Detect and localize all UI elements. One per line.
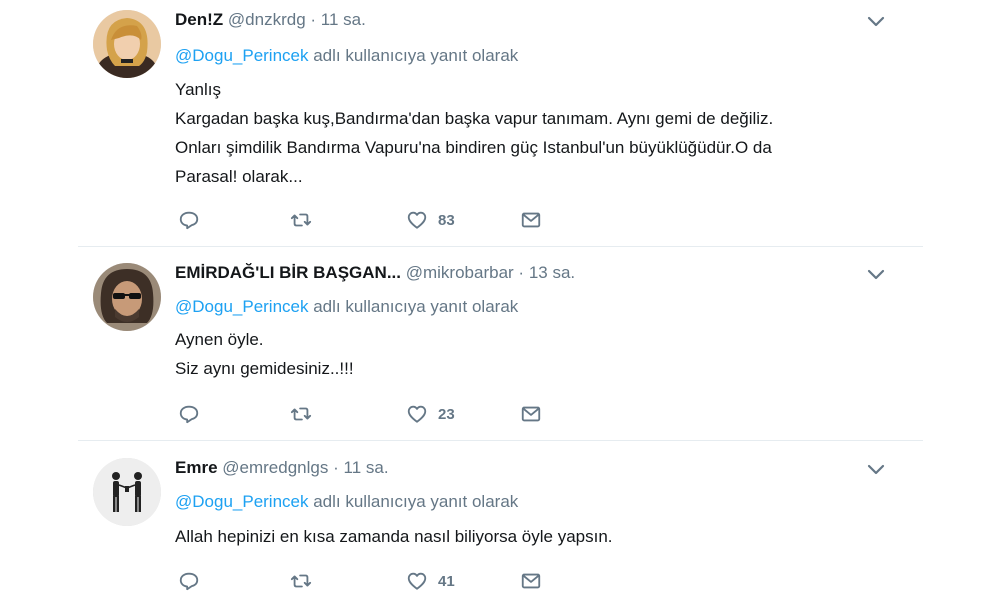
retweet-icon	[290, 213, 312, 227]
tweet-timeline: Den!Z @dnzkrdg · 11 sa. @Dogu_Perincek a…	[0, 0, 1000, 600]
tweet-text-line: Aynen öyle.	[175, 330, 264, 349]
chevron-down-icon[interactable]	[865, 462, 887, 478]
reply-context-text: adlı kullanıcıya yanıt olarak	[308, 492, 519, 511]
mention-link[interactable]: @Dogu_Perincek	[175, 492, 309, 511]
user-handle[interactable]: @mikrobarbar	[406, 263, 514, 282]
tweet-actions: 23	[178, 401, 578, 427]
envelope-icon	[521, 406, 541, 422]
heart-icon	[407, 405, 427, 423]
tweet-text-line: Kargadan başka kuş,Bandırma'dan başka va…	[175, 109, 774, 128]
like-button[interactable]: 23	[406, 401, 455, 427]
reply-button[interactable]	[178, 207, 200, 233]
tweet[interactable]: Emre @emredgnlgs · 11 sa. @Dogu_Perincek…	[0, 458, 1000, 600]
direct-message-button[interactable]	[520, 401, 542, 427]
reply-icon	[179, 211, 199, 230]
heart-icon	[407, 211, 427, 229]
like-count: 83	[438, 211, 455, 229]
timestamp[interactable]: 13 sa.	[529, 263, 575, 282]
separator-dot: ·	[310, 10, 317, 29]
avatar[interactable]	[93, 263, 161, 331]
tweet-actions: 41	[178, 568, 578, 594]
divider	[78, 440, 923, 441]
tweet-text: Aynen öyle. Siz aynı gemidesiniz..!!!	[175, 325, 354, 383]
tweet-text-line: Onları şimdilik Bandırma Vapuru'na bindi…	[175, 138, 772, 157]
tweet-header: EMİRDAĞ'LI BİR BAŞGAN... @mikrobarbar · …	[175, 263, 575, 283]
like-button[interactable]: 83	[406, 207, 455, 233]
separator-dot: ·	[333, 458, 339, 477]
separator-dot: ·	[518, 263, 525, 282]
chevron-down-icon[interactable]	[865, 267, 887, 283]
tweet-actions: 83	[178, 207, 578, 233]
retweet-button[interactable]	[290, 207, 312, 233]
tweet-text-line: Yanlış	[175, 80, 221, 99]
reply-button[interactable]	[178, 401, 200, 427]
tweet[interactable]: EMİRDAĞ'LI BİR BAŞGAN... @mikrobarbar · …	[0, 263, 1000, 433]
envelope-icon	[521, 212, 541, 228]
retweet-button[interactable]	[290, 401, 312, 427]
timestamp[interactable]: 11 sa.	[344, 458, 389, 477]
display-name[interactable]: EMİRDAĞ'LI BİR BAŞGAN...	[175, 263, 401, 282]
like-count: 41	[438, 572, 455, 590]
divider	[78, 246, 923, 247]
tweet[interactable]: Den!Z @dnzkrdg · 11 sa. @Dogu_Perincek a…	[0, 10, 1000, 240]
reply-icon	[179, 572, 199, 591]
mention-link[interactable]: @Dogu_Perincek	[175, 46, 309, 65]
retweet-icon	[290, 407, 312, 421]
reply-icon	[179, 405, 199, 424]
avatar[interactable]	[93, 458, 161, 526]
tweet-text-line: Siz aynı gemidesiniz..!!!	[175, 359, 354, 378]
avatar[interactable]	[93, 10, 161, 78]
tweet-text: Yanlış Kargadan başka kuş,Bandırma'dan b…	[175, 75, 773, 191]
tweet-header: Den!Z @dnzkrdg · 11 sa.	[175, 10, 366, 30]
retweet-icon	[290, 574, 312, 588]
envelope-icon	[521, 573, 541, 589]
reply-context: @Dogu_Perincek adlı kullanıcıya yanıt ol…	[175, 46, 518, 66]
tweet-text: Allah hepinizi en kısa zamanda nasıl bil…	[175, 522, 613, 551]
user-handle[interactable]: @dnzkrdg	[228, 10, 306, 29]
reply-context: @Dogu_Perincek adlı kullanıcıya yanıt ol…	[175, 297, 518, 317]
reply-button[interactable]	[178, 568, 200, 594]
display-name[interactable]: Emre	[175, 458, 218, 477]
like-count: 23	[438, 405, 455, 423]
retweet-button[interactable]	[290, 568, 312, 594]
user-handle[interactable]: @emredgnlgs	[222, 458, 328, 477]
mention-link[interactable]: @Dogu_Perincek	[175, 297, 309, 316]
reply-context: @Dogu_Perincek adlı kullanıcıya yanıt ol…	[175, 492, 518, 512]
tweet-text-line: Parasal! olarak...	[175, 167, 303, 186]
chevron-down-icon[interactable]	[865, 14, 887, 30]
tweet-text-line: Allah hepinizi en kısa zamanda nasıl bil…	[175, 527, 613, 546]
direct-message-button[interactable]	[520, 207, 542, 233]
like-button[interactable]: 41	[406, 568, 455, 594]
tweet-header: Emre @emredgnlgs · 11 sa.	[175, 458, 389, 478]
timestamp[interactable]: 11 sa.	[321, 10, 366, 29]
display-name[interactable]: Den!Z	[175, 10, 223, 29]
reply-context-text: adlı kullanıcıya yanıt olarak	[308, 46, 519, 65]
heart-icon	[407, 572, 427, 590]
reply-context-text: adlı kullanıcıya yanıt olarak	[308, 297, 519, 316]
direct-message-button[interactable]	[520, 568, 542, 594]
